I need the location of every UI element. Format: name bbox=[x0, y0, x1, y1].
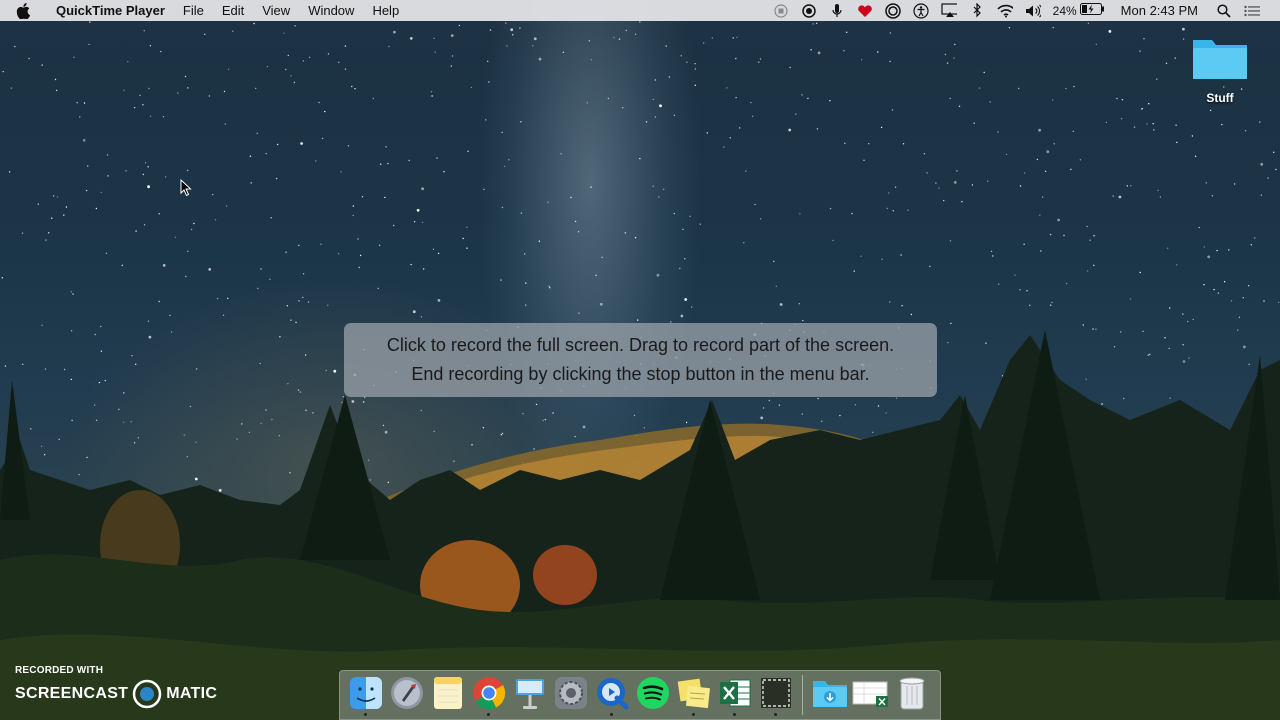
dock-item-finder[interactable] bbox=[345, 673, 386, 717]
screenflick-icon[interactable] bbox=[884, 2, 901, 19]
folder-icon bbox=[1190, 40, 1250, 86]
chrome-icon bbox=[472, 676, 506, 715]
airplay-icon[interactable] bbox=[941, 3, 957, 19]
apple-icon[interactable] bbox=[16, 2, 36, 19]
lastpass-icon[interactable] bbox=[857, 3, 873, 19]
battery-percent: 24% bbox=[1052, 3, 1077, 18]
menu-app-name[interactable]: QuickTime Player bbox=[50, 0, 174, 21]
menu-file[interactable]: File bbox=[174, 0, 213, 21]
gear-icon bbox=[554, 676, 588, 715]
dock-item-spotify[interactable] bbox=[632, 673, 673, 717]
microphone-icon[interactable] bbox=[829, 3, 845, 19]
excel-icon bbox=[718, 676, 752, 715]
mouse-cursor-icon bbox=[180, 178, 192, 202]
dock-item-notes[interactable] bbox=[427, 673, 468, 717]
accessibility-icon[interactable] bbox=[913, 2, 929, 19]
menu-help[interactable]: Help bbox=[363, 0, 408, 21]
menu-window[interactable]: Window bbox=[299, 0, 363, 21]
running-indicator bbox=[692, 713, 695, 716]
dock bbox=[339, 670, 941, 720]
dock-item-excel[interactable] bbox=[714, 673, 755, 717]
dock-item-chrome[interactable] bbox=[468, 673, 509, 717]
volume-icon[interactable] bbox=[1025, 3, 1041, 19]
battery-charging-icon bbox=[1079, 3, 1105, 18]
dock-item-system-preferences[interactable] bbox=[550, 673, 591, 717]
watermark-brand-left: SCREENCAST bbox=[15, 685, 129, 702]
dock-item-screenshot[interactable] bbox=[755, 673, 796, 717]
finder-icon bbox=[349, 676, 383, 715]
screen-record-icon[interactable] bbox=[801, 3, 817, 19]
dock-item-downloads[interactable] bbox=[809, 673, 850, 717]
dock-item-quicktime[interactable] bbox=[591, 673, 632, 717]
menu-bar-right: 24% Mon 2:43 PM bbox=[767, 0, 1280, 21]
quicktime-icon bbox=[595, 676, 629, 715]
menu-edit[interactable]: Edit bbox=[213, 0, 253, 21]
screencast-logo-icon bbox=[132, 679, 162, 709]
rocket-icon bbox=[390, 676, 424, 715]
dock-item-trash[interactable] bbox=[891, 673, 932, 717]
menu-bar-left: QuickTime Player File Edit View Window H… bbox=[0, 0, 408, 21]
dock-separator bbox=[802, 675, 803, 715]
dock-item-excel-document[interactable] bbox=[850, 673, 891, 717]
list-icon[interactable] bbox=[1244, 3, 1260, 19]
stickies-icon bbox=[677, 676, 711, 715]
desktop-folder-stuff[interactable]: Stuff bbox=[1188, 34, 1252, 105]
watermark-brand: SCREENCAST MATIC bbox=[15, 679, 217, 709]
downloads-folder-icon bbox=[812, 678, 848, 713]
bluetooth-icon[interactable] bbox=[969, 3, 985, 19]
folder-label: Stuff bbox=[1206, 91, 1234, 105]
search-icon[interactable] bbox=[1216, 3, 1232, 19]
excel-document-icon bbox=[852, 678, 890, 713]
menu-clock[interactable]: Mon 2:43 PM bbox=[1121, 3, 1198, 18]
running-indicator bbox=[364, 713, 367, 716]
screenshot-icon bbox=[759, 676, 793, 715]
running-indicator bbox=[610, 713, 613, 716]
dock-item-launchpad[interactable] bbox=[386, 673, 427, 717]
running-indicator bbox=[487, 713, 490, 716]
running-indicator bbox=[774, 713, 777, 716]
notes-icon bbox=[433, 676, 463, 715]
screencast-o-matic-watermark: RECORDED WITH SCREENCAST MATIC bbox=[15, 665, 217, 709]
wifi-icon[interactable] bbox=[997, 3, 1013, 19]
instructions-line-2: End recording by clicking the stop butto… bbox=[411, 364, 870, 384]
trash-icon bbox=[897, 675, 927, 716]
battery-status[interactable]: 24% bbox=[1053, 3, 1105, 18]
running-indicator bbox=[733, 713, 736, 716]
spotify-icon bbox=[636, 676, 670, 715]
watermark-brand-right: MATIC bbox=[166, 685, 218, 702]
record-stop-icon[interactable] bbox=[773, 3, 789, 19]
screen-recording-instructions[interactable]: Click to record the full screen. Drag to… bbox=[344, 323, 937, 397]
watermark-caption: RECORDED WITH bbox=[15, 665, 104, 676]
menu-bar: QuickTime Player File Edit View Window H… bbox=[0, 0, 1280, 21]
keynote-icon bbox=[513, 676, 547, 715]
instructions-line-1: Click to record the full screen. Drag to… bbox=[386, 335, 895, 355]
dock-item-keynote[interactable] bbox=[509, 673, 550, 717]
dock-item-stickies[interactable] bbox=[673, 673, 714, 717]
menu-view[interactable]: View bbox=[253, 0, 299, 21]
